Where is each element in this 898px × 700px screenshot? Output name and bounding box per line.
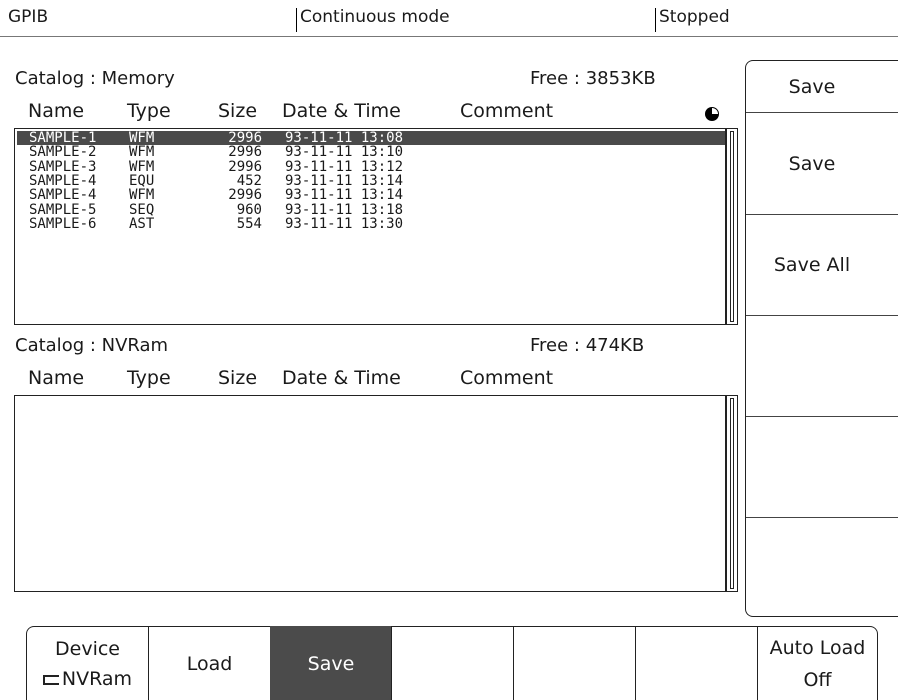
file-row[interactable]: SAMPLE-4 WFM 2996 93-11-11 13:14 — [17, 188, 725, 202]
side-key-label: Save — [788, 152, 836, 175]
file-type: EQU — [129, 172, 155, 189]
column-header-comment: Comment — [460, 100, 554, 122]
side-key-save-1[interactable]: Save — [746, 61, 898, 113]
memory-list-scrollbar[interactable] — [726, 128, 738, 325]
selection-bracket-icon — [42, 674, 59, 685]
status-divider — [296, 8, 297, 32]
file-name: SAMPLE-6 — [29, 215, 97, 232]
file-row[interactable]: SAMPLE-1 WFM 2996 93-11-11 13:08 — [17, 131, 725, 145]
side-key-save-all[interactable]: Save All — [746, 215, 898, 316]
side-menu: Save Save Save All — [745, 60, 898, 617]
file-row[interactable]: SAMPLE-5 SEQ 960 93-11-11 13:18 — [17, 203, 725, 217]
status-bar-divider — [0, 36, 898, 37]
save-button[interactable]: Save — [270, 626, 391, 700]
file-datetime: 93-11-11 13:14 — [285, 187, 404, 204]
column-header-datetime: Date & Time — [282, 100, 401, 122]
file-name: SAMPLE-5 — [29, 201, 97, 218]
status-divider — [655, 8, 656, 32]
device-button[interactable]: Device NVRam — [26, 626, 148, 700]
column-header-size: Size — [218, 100, 258, 122]
side-key-6[interactable] — [746, 518, 898, 616]
file-name: SAMPLE-4 — [29, 187, 97, 204]
column-header-size: Size — [218, 367, 258, 389]
file-size: 2996 — [228, 158, 262, 175]
side-key-5[interactable] — [746, 417, 898, 518]
auto-load-label: Auto Load — [769, 636, 866, 659]
interface-label: GPIB — [8, 7, 49, 27]
load-button[interactable]: Load — [148, 626, 270, 700]
nvram-catalog-title: Catalog : NVRam — [15, 335, 169, 356]
bottom-key-4[interactable] — [391, 626, 513, 700]
bottom-key-5[interactable] — [513, 626, 635, 700]
auto-load-button[interactable]: Auto Load Off — [757, 626, 878, 700]
file-type: SEQ — [129, 201, 155, 218]
scrollbar-thumb[interactable] — [730, 131, 734, 322]
column-header-name: Name — [28, 367, 85, 389]
memory-file-list[interactable]: SAMPLE-1 WFM 2996 93-11-11 13:08 SAMPLE-2 WFM… — [14, 128, 726, 325]
scrollbar-thumb[interactable] — [730, 398, 734, 589]
save-label: Save — [307, 652, 355, 675]
column-header-name: Name — [28, 100, 85, 122]
load-label: Load — [186, 652, 233, 675]
file-datetime: 93-11-11 13:10 — [285, 144, 404, 161]
file-size: 960 — [236, 201, 262, 218]
bottom-key-6[interactable] — [635, 626, 757, 700]
memory-free-space: Free : 3853KB — [530, 68, 656, 89]
bottom-menu: Device NVRam Load Save Auto Load Off — [26, 626, 878, 700]
file-datetime: 93-11-11 13:08 — [285, 130, 404, 146]
nvram-file-list[interactable] — [14, 395, 726, 592]
file-datetime: 93-11-11 13:12 — [285, 158, 404, 175]
file-name: SAMPLE-1 — [29, 130, 97, 146]
file-type: WFM — [129, 187, 155, 204]
file-type: WFM — [129, 144, 155, 161]
side-key-label: Save All — [773, 254, 851, 276]
disk-activity-icon — [705, 107, 719, 121]
file-size: 2996 — [228, 187, 262, 204]
nvram-list-scrollbar[interactable] — [726, 395, 738, 592]
auto-load-value: Off — [803, 668, 832, 691]
column-header-type: Type — [127, 367, 171, 389]
file-datetime: 93-11-11 13:30 — [285, 215, 404, 232]
file-size: 452 — [236, 172, 262, 189]
device-label: Device — [55, 637, 120, 660]
column-header-comment: Comment — [460, 367, 554, 389]
side-key-save-2[interactable]: Save — [746, 113, 898, 215]
device-value: NVRam — [61, 667, 133, 690]
file-type: WFM — [129, 130, 155, 146]
file-size: 2996 — [228, 130, 262, 146]
column-header-type: Type — [127, 100, 171, 122]
file-row[interactable]: SAMPLE-4 EQU 452 93-11-11 13:14 — [17, 174, 725, 188]
file-datetime: 93-11-11 13:18 — [285, 201, 404, 218]
file-type: AST — [129, 215, 155, 232]
file-row[interactable]: SAMPLE-6 AST 554 93-11-11 13:30 — [17, 217, 725, 231]
mode-label: Continuous mode — [300, 7, 450, 27]
file-name: SAMPLE-3 — [29, 158, 97, 175]
side-key-label: Save — [788, 75, 836, 98]
memory-catalog-title: Catalog : Memory — [15, 68, 175, 89]
file-row[interactable]: SAMPLE-3 WFM 2996 93-11-11 13:12 — [17, 160, 725, 174]
file-size: 554 — [236, 215, 262, 232]
file-size: 2996 — [228, 144, 262, 161]
side-key-4[interactable] — [746, 316, 898, 417]
column-header-datetime: Date & Time — [282, 367, 401, 389]
file-name: SAMPLE-2 — [29, 144, 97, 161]
file-name: SAMPLE-4 — [29, 172, 97, 189]
file-row[interactable]: SAMPLE-2 WFM 2996 93-11-11 13:10 — [17, 145, 725, 159]
file-type: WFM — [129, 158, 155, 175]
file-datetime: 93-11-11 13:14 — [285, 172, 404, 189]
nvram-free-space: Free : 474KB — [530, 335, 645, 356]
run-state-label: Stopped — [659, 7, 730, 27]
